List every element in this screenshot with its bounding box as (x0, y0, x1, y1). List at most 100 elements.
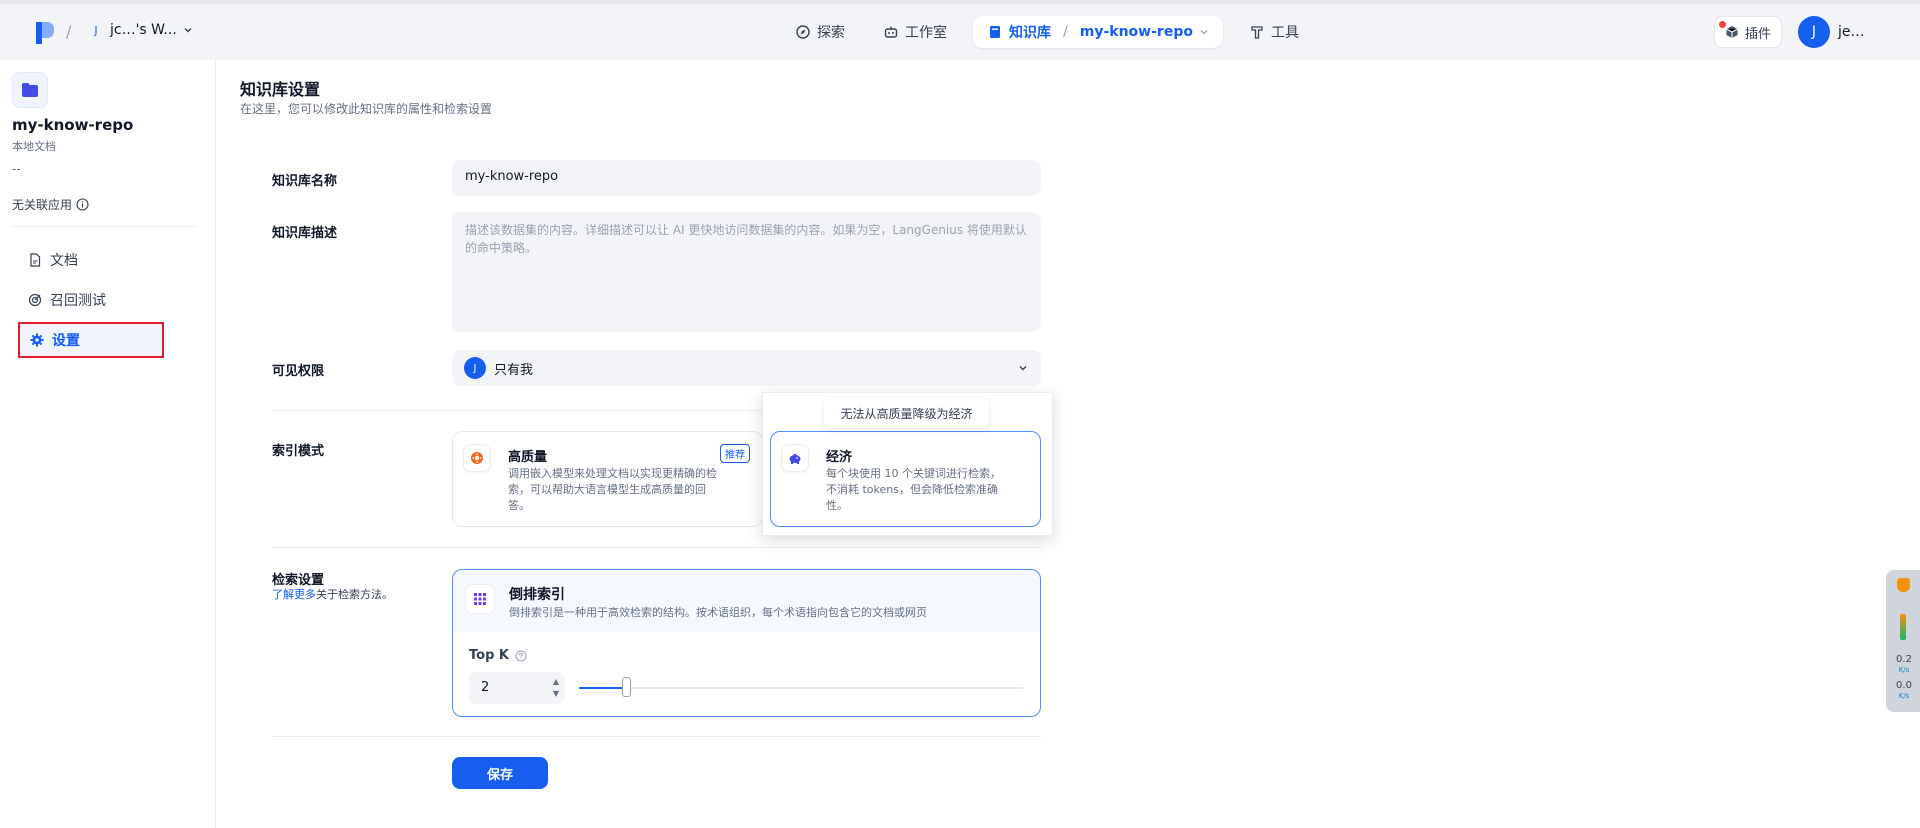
top-k-input[interactable]: 2 ▲ ▼ (469, 672, 565, 704)
economy-title: 经济 (826, 450, 853, 465)
save-button[interactable]: 保存 (452, 757, 548, 789)
download-speed-unit: K/s (1898, 692, 1910, 700)
shield-icon (1897, 578, 1910, 592)
description-line: 不消耗 tokens，但会降低检索准确 (826, 483, 998, 496)
workspace-switcher[interactable]: J jc…'s W... (88, 22, 193, 38)
page-description: 在这里，您可以修改此知识库的属性和检索设置 (240, 102, 493, 116)
permission-avatar: J (464, 357, 486, 379)
high-quality-description: 调用嵌入模型来处理文档以实现更精确的检 索，可以帮助大语言模型生成高质量的回 答… (508, 466, 717, 514)
sun-icon (463, 444, 491, 472)
book-icon (990, 26, 1001, 38)
top-k-stepper[interactable]: ▲ ▼ (553, 676, 559, 700)
sidebar-item-label: 召回测试 (50, 293, 106, 309)
learn-more-suffix: 关于检索方法。 (316, 588, 393, 601)
main-nav: 探索 工作室 知识库 / my-know-repo 工具 (0, 4, 1920, 60)
robot-icon (884, 26, 898, 38)
nav-explore[interactable]: 探索 (783, 16, 857, 48)
folder-icon (12, 72, 48, 108)
sidebar-item-recall-test[interactable]: 召回测试 (18, 282, 199, 318)
piggy-bank-icon (781, 444, 809, 472)
related-apps-label: 无关联应用 (12, 198, 73, 212)
usage-bar (1900, 614, 1906, 640)
index-option-high-quality[interactable]: 高质量 推荐 调用嵌入模型来处理文档以实现更精确的检 索，可以帮助大语言模型生成… (452, 431, 763, 527)
sidebar-item-label: 设置 (52, 333, 80, 349)
user-name: je… (1838, 24, 1865, 40)
chevron-down-icon[interactable]: ▼ (553, 688, 559, 700)
network-speed-widget[interactable]: 0.2 K/s 0.0 K/s (1886, 570, 1920, 712)
sidebar: my-know-repo 本地文档 -- 无关联应用 文档 召回测试 设置 (0, 60, 216, 828)
top-k-label: Top K (469, 648, 527, 663)
nav-knowledge-label: 知识库 (1009, 25, 1052, 41)
grid-icon (465, 584, 495, 614)
recommended-badge: 推荐 (720, 444, 750, 463)
upload-speed: 0.2 K/s (1890, 654, 1918, 676)
top-k-label-text: Top K (469, 648, 509, 663)
top-k-value: 2 (481, 680, 490, 695)
nav-studio[interactable]: 工作室 (871, 16, 959, 48)
cube-icon (1726, 26, 1738, 38)
nav-tools-label: 工具 (1270, 25, 1299, 41)
sidebar-item-documents[interactable]: 文档 (18, 242, 199, 278)
chevron-up-icon[interactable]: ▲ (553, 676, 559, 688)
retrieval-method-card[interactable]: 倒排索引 倒排索引是一种用于高效检索的结构。按术语组织，每个术语指向包含它的文档… (452, 569, 1041, 717)
user-avatar: J (1798, 16, 1830, 48)
sidebar-item-settings[interactable]: 设置 (18, 322, 164, 358)
repo-description: -- (12, 162, 21, 176)
chevron-down-icon[interactable] (1199, 27, 1209, 37)
divider (272, 736, 1041, 737)
nav-explore-label: 探索 (817, 25, 846, 41)
nav-tools[interactable]: 工具 (1237, 16, 1311, 48)
plugin-label: 插件 (1744, 26, 1771, 42)
permission-value: 只有我 (494, 362, 534, 378)
permission-select[interactable]: J 只有我 (452, 350, 1041, 386)
index-option-economy[interactable]: 经济 每个块使用 10 个关键词进行检索， 不消耗 tokens，但会降低检索准… (770, 431, 1041, 527)
nav-separator: / (1063, 24, 1068, 40)
page-title: 知识库设置 (240, 80, 321, 99)
download-speed: 0.0 K/s (1890, 680, 1918, 702)
top-k-slider-fill (579, 687, 627, 689)
notification-dot (1719, 21, 1726, 28)
upload-speed-unit: K/s (1898, 666, 1910, 674)
gear-icon (30, 333, 44, 347)
sidebar-menu: 文档 召回测试 设置 (18, 242, 199, 362)
description-line: 每个块使用 10 个关键词进行检索， (826, 467, 1001, 480)
description-line: 答。 (508, 499, 530, 512)
repo-name: my-know-repo (12, 116, 134, 134)
downgrade-tooltip: 无法从高质量降级为经济 (824, 398, 989, 428)
top-k-slider-track[interactable] (579, 687, 1023, 689)
nav-studio-label: 工作室 (905, 25, 948, 41)
retrieval-help: 了解更多关于检索方法。 (272, 586, 393, 602)
help-icon[interactable] (515, 650, 527, 662)
target-icon (28, 293, 42, 307)
document-icon (30, 253, 41, 267)
sidebar-divider (12, 226, 196, 227)
high-quality-title: 高质量 (508, 450, 548, 465)
top-k-slider-handle[interactable] (622, 677, 632, 697)
divider (272, 547, 1041, 548)
name-label: 知识库名称 (272, 174, 338, 189)
top-bar: / J jc…'s W... 探索 工作室 知识库 / my-know-repo (0, 4, 1920, 60)
settings-page: 知识库设置 在这里，您可以修改此知识库的属性和检索设置 知识库名称 my-kno… (217, 60, 1920, 828)
description-line: 调用嵌入模型来处理文档以实现更精确的检 (508, 467, 717, 480)
nav-repo-label[interactable]: my-know-repo (1080, 24, 1193, 40)
related-apps[interactable]: 无关联应用 (12, 196, 89, 213)
description-textarea[interactable]: 描述该数据集的内容。详细描述可以让 AI 更快地访问数据集的内容。如果为空，La… (452, 212, 1041, 332)
inverted-index-title: 倒排索引 (509, 587, 565, 603)
upload-speed-value: 0.2 (1896, 654, 1912, 665)
description-line: 索，可以帮助大语言模型生成高质量的回 (508, 483, 706, 496)
repo-type: 本地文档 (12, 140, 56, 153)
permission-label: 可见权限 (272, 364, 325, 379)
chevron-down-icon (1019, 366, 1027, 371)
workspace-name: jc…'s W... (110, 22, 177, 38)
learn-more-link[interactable]: 了解更多 (272, 588, 316, 601)
user-menu[interactable]: J je… (1798, 16, 1865, 48)
app-logo-icon[interactable] (34, 20, 56, 46)
nav-knowledge[interactable]: 知识库 / my-know-repo (973, 16, 1223, 48)
info-icon[interactable] (76, 198, 89, 211)
download-speed-value: 0.0 (1896, 680, 1912, 691)
workspace-avatar: J (94, 23, 98, 37)
index-mode-label: 索引模式 (272, 444, 325, 459)
compass-icon (796, 25, 810, 39)
plugin-button[interactable]: 插件 (1714, 16, 1782, 48)
name-input[interactable]: my-know-repo (452, 160, 1041, 196)
